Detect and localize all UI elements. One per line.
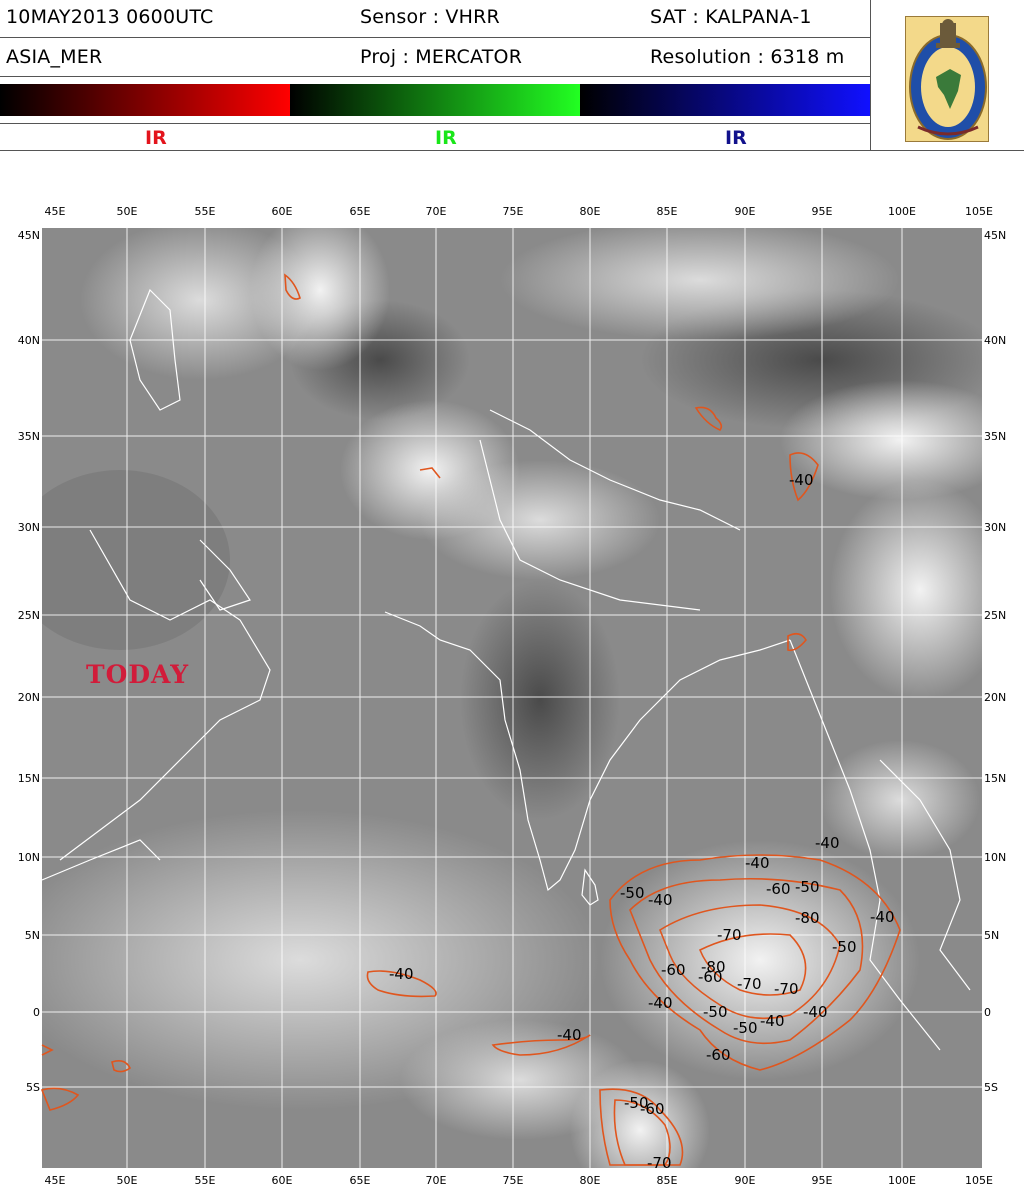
axis-label: 35N (18, 430, 40, 443)
channel-label-green: IR (435, 127, 457, 149)
axis-label: 85E (657, 1174, 678, 1187)
header-divider-3 (0, 123, 870, 124)
axis-label: 65E (350, 1174, 371, 1187)
bottom-longitude-labels: 45E 50E 55E 60E 65E 70E 75E 80E 85E 90E 95E 100E 105… (45, 1174, 993, 1187)
axis-label: 15N (18, 772, 40, 785)
axis-label: 45E (45, 205, 66, 218)
axis-label: 55E (195, 1174, 216, 1187)
axis-label: 65E (350, 205, 371, 218)
axis-label: 70E (426, 1174, 447, 1187)
axis-label: 40N (984, 334, 1006, 347)
axis-label: 70E (426, 205, 447, 218)
axis-label: 95E (812, 205, 833, 218)
colorbar-red (0, 84, 290, 116)
contour-label: -40 (760, 1012, 785, 1030)
today-annotation: TODAY (86, 660, 189, 689)
contour-label: -50 (620, 884, 645, 902)
axis-label: 60E (272, 205, 293, 218)
axis-label: 35N (984, 430, 1006, 443)
axis-label: 105E (965, 1174, 993, 1187)
axis-label: 5N (25, 929, 40, 942)
axis-label: 20N (18, 691, 40, 704)
axis-label: 5S (984, 1081, 998, 1094)
channel-label-blue: IR (725, 127, 747, 149)
contour-label: -60 (766, 880, 791, 898)
contour-label: -40 (815, 834, 840, 852)
contour-label: -60 (640, 1100, 665, 1118)
top-longitude-labels: 45E 50E 55E 60E 65E 70E 75E 80E 85E 90E 95E 100E 105… (45, 205, 993, 218)
contour-label: -50 (832, 938, 857, 956)
axis-label: 80E (580, 1174, 601, 1187)
colorbar-blue (580, 84, 870, 116)
axis-label: 5N (984, 929, 999, 942)
contour-label: -40 (389, 965, 414, 983)
axis-label: 50E (117, 1174, 138, 1187)
contour-label: -40 (648, 994, 673, 1012)
axis-label: 10N (18, 851, 40, 864)
channel-label-red: IR (145, 127, 167, 149)
axis-label: 75E (503, 205, 524, 218)
contour-label: -40 (557, 1026, 582, 1044)
contour-label: -40 (789, 471, 814, 489)
colorbar-green (290, 84, 580, 116)
axis-label: 0 (984, 1006, 991, 1019)
axis-label: 40N (18, 334, 40, 347)
axis-label: 100E (888, 1174, 916, 1187)
axis-label: 45N (18, 229, 40, 242)
axis-label: 30N (18, 521, 40, 534)
imd-logo (905, 16, 989, 142)
axis-label: 55E (195, 205, 216, 218)
contour-label: -70 (737, 975, 762, 993)
axis-label: 80E (580, 205, 601, 218)
axis-label: 100E (888, 205, 916, 218)
axis-label: 50E (117, 205, 138, 218)
contour-label: -60 (706, 1046, 731, 1064)
contour-label: -80 (795, 909, 820, 927)
region: ASIA_MER (6, 46, 103, 68)
contour-label: -70 (774, 980, 799, 998)
header-divider-1 (0, 37, 870, 38)
header-logo-divider (870, 0, 871, 151)
contour-label: -40 (870, 908, 895, 926)
axis-label: 75E (503, 1174, 524, 1187)
contour-label: -50 (733, 1019, 758, 1037)
contour-label: -70 (647, 1154, 672, 1172)
axis-label: 25N (18, 609, 40, 622)
axis-label: 60E (272, 1174, 293, 1187)
contour-label: -50 (795, 878, 820, 896)
axis-label: 45E (45, 1174, 66, 1187)
axis-label: 95E (812, 1174, 833, 1187)
date-time: 10MAY2013 0600UTC (6, 6, 214, 28)
axis-label: 105E (965, 205, 993, 218)
axis-label: 45N (984, 229, 1006, 242)
resolution: Resolution : 6318 m (650, 46, 845, 68)
projection: Proj : MERCATOR (360, 46, 523, 68)
axis-label: 90E (735, 1174, 756, 1187)
satellite: SAT : KALPANA-1 (650, 6, 812, 28)
contour-label: -70 (717, 926, 742, 944)
satellite-map: -40 -40 -40 -40 -40 -40 -40 -40 -50 -50 … (18, 205, 1006, 1187)
axis-label: 5S (26, 1081, 40, 1094)
axis-label: 15N (984, 772, 1006, 785)
header-divider-2 (0, 76, 870, 77)
contour-label: -40 (803, 1003, 828, 1021)
contour-label: -60 (661, 961, 686, 979)
left-latitude-labels: 45N 40N 35N 30N 25N 20N 15N 10N 5N 0 5S (18, 229, 40, 1094)
axis-label: 20N (984, 691, 1006, 704)
right-latitude-labels: 45N 40N 35N 30N 25N 20N 15N 10N 5N 0 5S (984, 229, 1006, 1094)
contour-label: -80 (701, 958, 726, 976)
axis-label: 25N (984, 609, 1006, 622)
axis-label: 10N (984, 851, 1006, 864)
sensor: Sensor : VHRR (360, 6, 500, 28)
axis-label: 30N (984, 521, 1006, 534)
axis-label: 0 (33, 1006, 40, 1019)
contour-label: -40 (648, 891, 673, 909)
axis-label: 85E (657, 205, 678, 218)
axis-label: 90E (735, 205, 756, 218)
contour-label: -40 (745, 854, 770, 872)
contour-label: -50 (703, 1003, 728, 1021)
